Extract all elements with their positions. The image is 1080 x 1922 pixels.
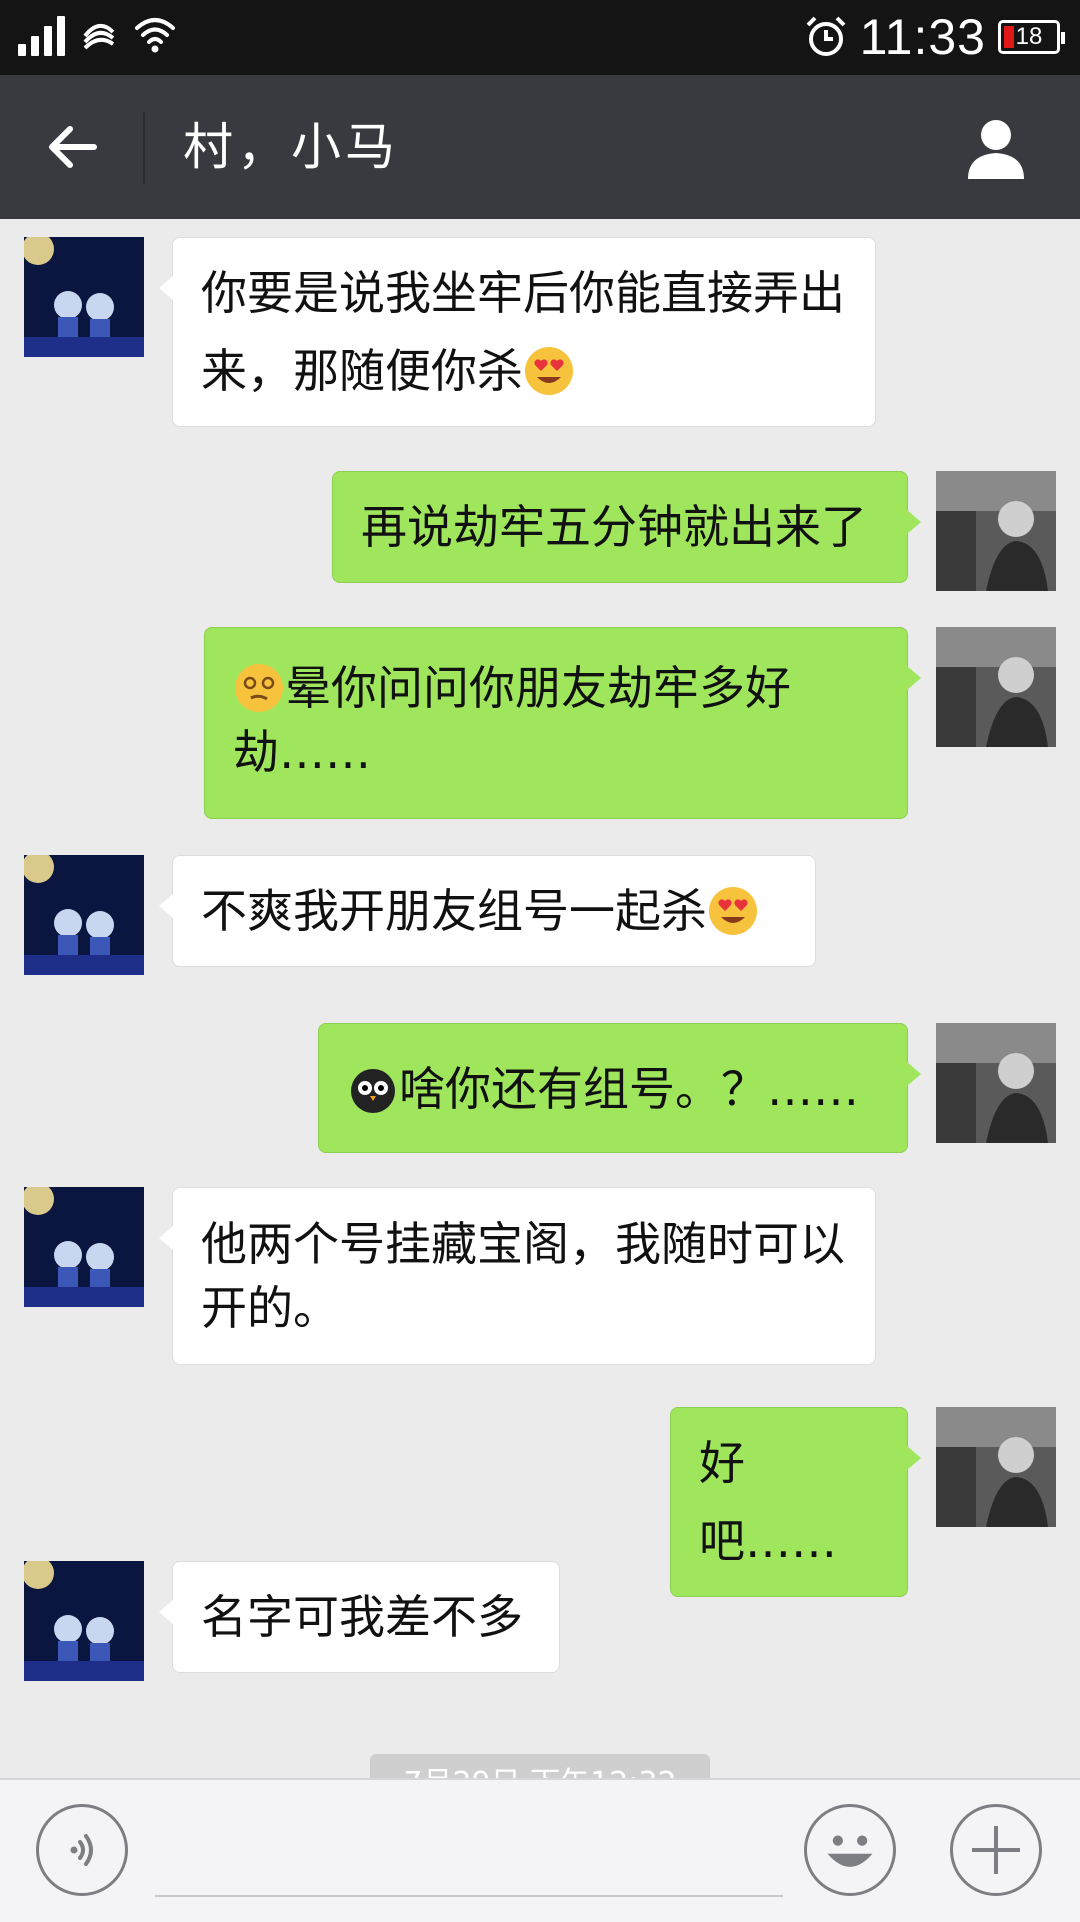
message-bubble[interactable]: 再说劫牢五分钟就出来了 — [332, 471, 921, 583]
chat-info-button[interactable] — [960, 111, 1032, 183]
back-button[interactable] — [36, 111, 108, 183]
voice-icon — [70, 1834, 93, 1866]
more-button[interactable] — [950, 1804, 1042, 1896]
message-bubble[interactable]: 啥你还有组号。？…… — [318, 1023, 921, 1153]
message-bubble[interactable]: 你要是说我坐牢后你能直接弄出来，那随便你杀 — [159, 237, 876, 427]
status-bar: 11:33 18 — [0, 0, 1080, 75]
chat-header: 村，小马 — [0, 75, 1080, 219]
message-text: 再说劫牢五分钟就出来了 — [361, 500, 867, 554]
message-text: 他两个号挂藏宝阁，我随时可以开的。 — [201, 1217, 845, 1335]
avatar[interactable] — [936, 627, 1056, 747]
avatar[interactable] — [24, 1561, 144, 1681]
avatar[interactable] — [24, 855, 144, 975]
person-icon — [968, 120, 1024, 179]
message-text: 啥你还有组号。？…… — [399, 1062, 859, 1116]
carrier-icon — [83, 24, 115, 50]
avatar[interactable] — [24, 1187, 144, 1307]
input-bar — [0, 1778, 1080, 1922]
plus-icon — [972, 1826, 1020, 1874]
clock-time: 11:33 — [859, 9, 986, 65]
signal-icon — [18, 12, 65, 56]
message-list[interactable]: 你要是说我坐牢后你能直接弄出来，那随便你杀 再说劫牢五分钟就出来了 晕你问问你朋… — [0, 219, 1080, 1779]
message-text: 晕你问问你朋友劫牢多好劫…… — [233, 661, 791, 779]
avatar[interactable] — [936, 471, 1056, 591]
owl-emoji-icon — [351, 1069, 395, 1113]
dizzy-face-emoji-icon — [235, 664, 283, 712]
avatar[interactable] — [936, 1407, 1056, 1527]
message-text: 好吧…… — [699, 1436, 837, 1568]
smiley-icon — [827, 1835, 873, 1867]
back-arrow-icon — [49, 126, 97, 168]
battery-level: 18 — [1015, 23, 1043, 50]
wifi-icon — [135, 18, 175, 53]
message-bubble[interactable]: 名字可我差不多 — [159, 1561, 560, 1673]
voice-button[interactable] — [36, 1804, 128, 1896]
message-bubble[interactable]: 不爽我开朋友组号一起杀 — [159, 855, 816, 967]
message-bubble[interactable]: 他两个号挂藏宝阁，我随时可以开的。 — [159, 1187, 876, 1365]
battery-icon: 18 — [998, 20, 1065, 54]
chat-title: 村，小马 — [183, 118, 399, 176]
message-text: 不爽我开朋友组号一起杀 — [201, 884, 707, 938]
message-text: 名字可我差不多 — [201, 1590, 523, 1644]
timestamp-divider: 7月29日 下午12:32 — [370, 1754, 710, 1779]
heart-eyes-emoji-icon — [525, 347, 573, 395]
emoji-button[interactable] — [804, 1804, 896, 1896]
avatar[interactable] — [24, 237, 144, 357]
message-input[interactable] — [155, 1895, 783, 1897]
message-bubble[interactable]: 晕你问问你朋友劫牢多好劫…… — [204, 627, 921, 819]
alarm-icon — [806, 16, 845, 56]
heart-eyes-emoji-icon — [709, 887, 757, 935]
header-divider — [143, 112, 145, 184]
avatar[interactable] — [936, 1023, 1056, 1143]
message-bubble[interactable]: 好吧…… — [670, 1407, 921, 1597]
